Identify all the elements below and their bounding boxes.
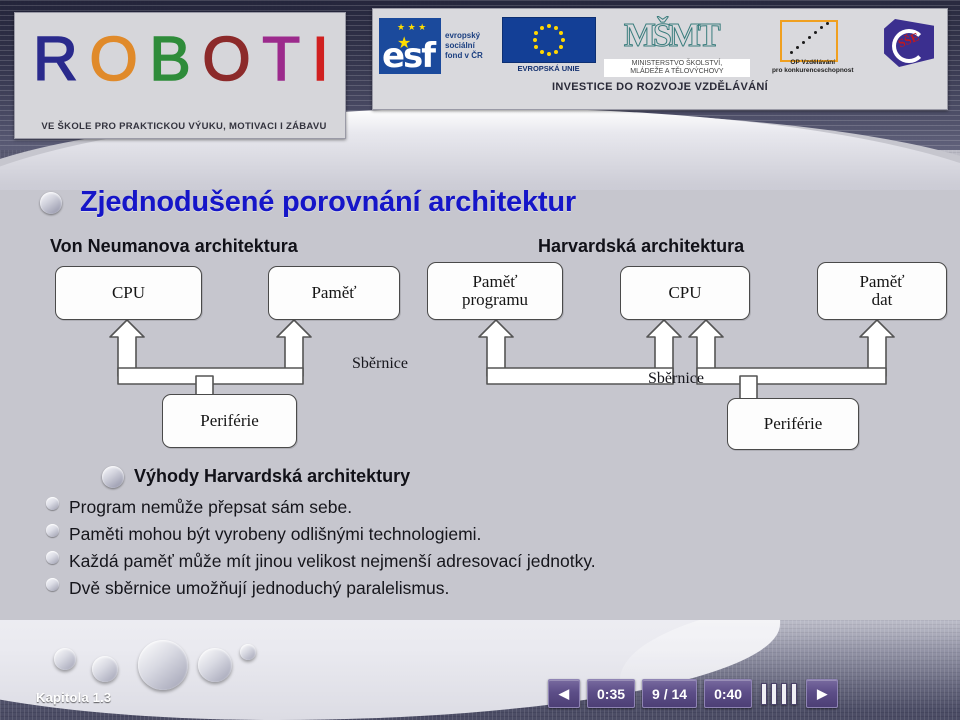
box-vn-pamet: Paměť [268,266,400,320]
roboti-letter-i: I [311,25,330,94]
roboti-letter-r: R [32,25,78,94]
section-heading: Výhody Harvardská architektury [134,466,411,486]
list-item: Paměti mohou být vyrobeny odlišnými tech… [46,524,926,545]
box-hv-pamet-dat-label1: Paměť [859,272,905,291]
op-dots-icon [784,21,844,57]
title-bullet-icon [40,191,62,214]
decorative-circle-4 [198,648,232,682]
decorative-circle-5 [240,644,256,660]
bus-label-von-neumann: Sběrnice [352,355,408,372]
slide-navigation-bar[interactable]: ◀ 0:35 9 / 14 0:40 ▶ [548,679,839,708]
logo-strip: ★ ★ ★ ★ esf evropský sociální fond v ČR E… [373,11,947,81]
progress-bar-segment [771,682,778,705]
box-hv-cpu: CPU [620,266,750,320]
investice-caption: INVESTICE DO ROZVOJE VZDĚLÁVÁNÍ [552,81,768,93]
op-caption-line1: OP Vzdělávání [790,59,836,66]
list-item: Dvě sběrnice umožňují jednoduchý paralel… [46,578,926,599]
subheading-von-neumann: Von Neumanova architektura [50,236,298,256]
elapsed-time-display: 0:35 [587,679,636,708]
roboti-letter-o2: O [202,25,252,94]
esf-caption: evropský sociální fond v ČR [445,31,483,61]
esf-caption-line2: sociální [445,41,475,50]
box-vn-cpu-label: CPU [111,283,146,302]
roboti-subtitle: VE ŠKOLE PRO PRAKTICKOU VÝUKU, MOTIVACI … [41,121,327,132]
msmt-wordmark-icon: MŠMT [623,17,721,55]
list-item-label: Dvě sběrnice umožňují jednoduchý paralel… [69,578,450,598]
list-bullet-icon [46,497,59,510]
box-hv-periferie: Periférie [727,398,859,450]
slide-root: R O B O T I VE ŠKOLE PRO PRAKTICKOU VÝUK… [0,0,960,720]
roboti-letter-o1: O [89,25,139,94]
eu-stars-icon [532,23,566,57]
msmt-logo: MŠMT MINISTERSTVO ŠKOLSTVÍ, MLÁDEŽE A TĚ… [602,15,750,77]
msmt-caption-line1: MINISTERSTVO ŠKOLSTVÍ, [631,60,723,67]
slide-title-row: Zjednodušené porovnání architektur [40,186,576,219]
roboti-wordmark: R O B O T I [25,21,337,99]
box-vn-cpu: CPU [55,266,202,320]
list-bullet-icon [46,578,59,591]
list-item-label: Paměti mohou být vyrobeny odlišnými tech… [69,524,482,544]
list-item-label: Každá paměť může mít jinou velikost nejm… [69,551,596,571]
chapter-label: Kapitola 1.3 [36,690,112,705]
list-heading-row: Výhody Harvardská architektury [102,466,926,488]
list-item-label: Program nemůže přepsat sám sebe. [69,497,353,517]
box-hv-pamet-programu: Paměť programu [427,262,563,320]
architecture-diagram: CPU Paměť Periférie Sběrnice Paměť progr… [0,258,960,458]
box-hv-pamet-dat: Paměť dat [817,262,947,320]
subheading-harvard: Harvardská architektura [538,236,745,256]
decorative-circle-2 [92,656,118,682]
list-item: Program nemůže přepsat sám sebe. [46,497,926,518]
box-hv-pamet-programu-label2: programu [461,290,529,309]
slide-counter: 9 / 14 [642,679,698,708]
box-hv-cpu-label: CPU [668,283,702,302]
decorative-circle-3 [138,640,188,690]
esf-caption-line3: fond v ČR [445,51,483,60]
progress-bar-segment [791,682,798,705]
progress-bar-segment [761,682,768,705]
box-vn-periferie-label: Periférie [200,411,259,430]
total-time-display: 0:40 [704,679,753,708]
esf-caption-line1: evropský [445,31,481,40]
list-bullet-icon [46,524,59,537]
op-caption: OP Vzdělávání pro konkurenceschopnost [754,59,872,75]
eu-funding-banner: ★ ★ ★ ★ esf evropský sociální fond v ČR E… [372,8,948,110]
next-slide-button[interactable]: ▶ [806,679,839,708]
msmt-caption: MINISTERSTVO ŠKOLSTVÍ, MLÁDEŽE A TĚLOVÝC… [603,59,750,77]
progress-bar-segment [781,682,788,705]
roboti-logo-banner: R O B O T I VE ŠKOLE PRO PRAKTICKOU VÝUK… [14,12,346,139]
box-hv-pamet-programu-label1: Paměť [472,272,518,291]
sse-logo: SŠE [876,15,947,77]
esf-logo: ★ ★ ★ ★ esf evropský sociální fond v ČR [379,17,495,75]
section-heading-bullet-icon [102,466,124,488]
list-item: Každá paměť může mít jinou velikost nejm… [46,551,926,572]
box-hv-pamet-dat-label2: dat [871,290,893,309]
roboti-letter-b: B [149,25,192,94]
box-vn-periferie: Periférie [162,394,297,448]
eu-logo: EVROPSKÁ UNIE [499,17,598,75]
eu-flag-icon [501,17,596,63]
msmt-caption-line2: MLÁDEŽE A TĚLOVÝCHOVY [630,68,724,75]
page-title: Zjednodušené porovnání architektur [80,186,576,218]
box-vn-pamet-label: Paměť [311,283,357,302]
roboti-letter-t: T [261,25,301,94]
eu-caption: EVROPSKÁ UNIE [517,64,580,73]
bus-label-harvard: Sběrnice [648,370,704,387]
op-caption-line2: pro konkurenceschopnost [771,67,854,74]
op-vzdelavani-logo: OP Vzdělávání pro konkurenceschopnost [754,17,872,75]
advantages-list: Výhody Harvardská architektury Program n… [46,466,926,605]
esf-flag-icon: ★ ★ ★ ★ esf [379,18,441,74]
esf-wordmark: esf [382,36,436,76]
box-hv-periferie-label: Periférie [763,414,823,433]
previous-slide-button[interactable]: ◀ [548,679,580,708]
progress-bars-indicator [761,682,798,705]
list-bullet-icon [46,551,59,564]
decorative-circle-1 [54,648,76,670]
